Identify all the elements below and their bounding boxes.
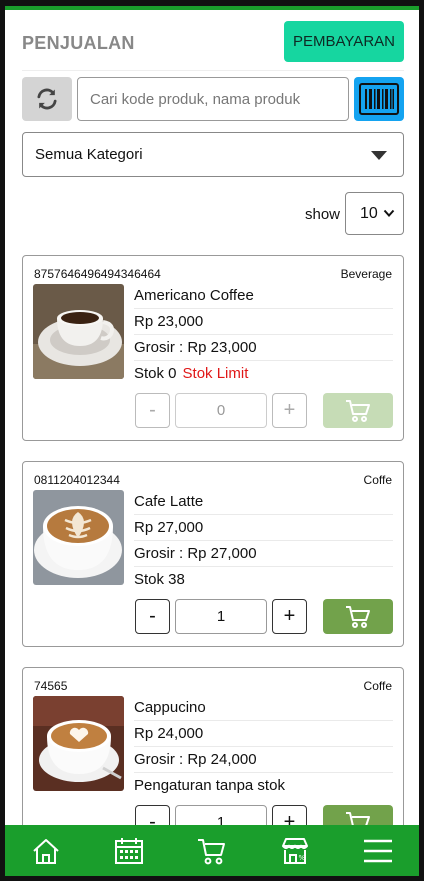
product-stock: Stok 38 — [134, 571, 185, 588]
product-code: 8757646496494346464 — [34, 267, 161, 281]
product-image — [33, 490, 124, 585]
product-card: 0811204012344 Coffe Cafe Latte Rp 27,000… — [22, 461, 404, 647]
product-wholesale-price: Grosir : Rp 24,000 — [134, 747, 393, 773]
show-label: show — [305, 206, 341, 223]
header-divider — [22, 70, 404, 71]
nav-menu[interactable] — [353, 829, 403, 873]
decrease-qty-button[interactable]: - — [135, 599, 170, 634]
top-accent-bar — [5, 6, 419, 10]
product-wholesale-price: Grosir : Rp 23,000 — [134, 335, 393, 361]
category-selected-value: Semua Kategori — [35, 146, 143, 163]
home-icon — [33, 838, 60, 864]
product-price: Rp 23,000 — [134, 309, 393, 335]
product-category: Beverage — [340, 267, 392, 281]
product-stock: Pengaturan tanpa stok — [134, 777, 285, 794]
page-title: PENJUALAN — [22, 33, 135, 53]
product-card: 8757646496494346464 Beverage Americano C… — [22, 255, 404, 441]
quantity-input[interactable]: 0 — [175, 393, 267, 428]
quantity-input[interactable]: 1 — [175, 599, 267, 634]
payment-button[interactable]: PEMBAYARAN — [284, 21, 404, 62]
product-name: Cafe Latte — [134, 489, 393, 515]
bottom-navigation: % — [5, 825, 419, 876]
product-image — [33, 284, 124, 379]
refresh-icon — [37, 88, 57, 110]
product-category: Coffe — [363, 679, 392, 693]
nav-cart[interactable] — [187, 829, 237, 873]
increase-qty-button[interactable]: + — [272, 599, 307, 634]
svg-text:%: % — [298, 854, 305, 862]
barcode-icon — [359, 83, 399, 115]
product-price: Rp 24,000 — [134, 721, 393, 747]
stock-limit-badge: Stok Limit — [182, 365, 249, 382]
add-to-cart-button[interactable] — [323, 393, 393, 428]
product-image — [33, 696, 124, 791]
cart-icon — [346, 605, 370, 628]
category-dropdown[interactable]: Semua Kategori — [22, 132, 404, 177]
product-code: 74565 — [34, 679, 68, 693]
search-input[interactable] — [77, 77, 349, 121]
nav-calendar[interactable] — [104, 829, 154, 873]
cart-icon — [346, 399, 370, 422]
page-size-select[interactable]: 10 — [345, 192, 404, 235]
product-name: Americano Coffee — [134, 283, 393, 309]
add-to-cart-button[interactable] — [323, 599, 393, 634]
refresh-button[interactable] — [22, 77, 72, 121]
nav-store[interactable]: % — [270, 829, 320, 873]
decrease-qty-button[interactable]: - — [135, 393, 170, 428]
store-icon: % — [281, 837, 308, 864]
page-size-value: 10 — [360, 204, 378, 222]
product-price: Rp 27,000 — [134, 515, 393, 541]
cart-icon — [197, 838, 225, 864]
increase-qty-button[interactable]: + — [272, 393, 307, 428]
product-stock: Stok 0 — [134, 365, 177, 382]
product-code: 0811204012344 — [34, 473, 120, 487]
product-wholesale-price: Grosir : Rp 27,000 — [134, 541, 393, 567]
product-name: Cappucino — [134, 695, 393, 721]
caret-down-icon — [371, 151, 387, 160]
chevron-down-icon — [383, 209, 395, 217]
menu-icon — [363, 839, 392, 862]
product-category: Coffe — [363, 473, 392, 487]
calendar-icon — [115, 837, 144, 864]
barcode-scan-button[interactable] — [354, 77, 404, 121]
nav-home[interactable] — [21, 829, 71, 873]
